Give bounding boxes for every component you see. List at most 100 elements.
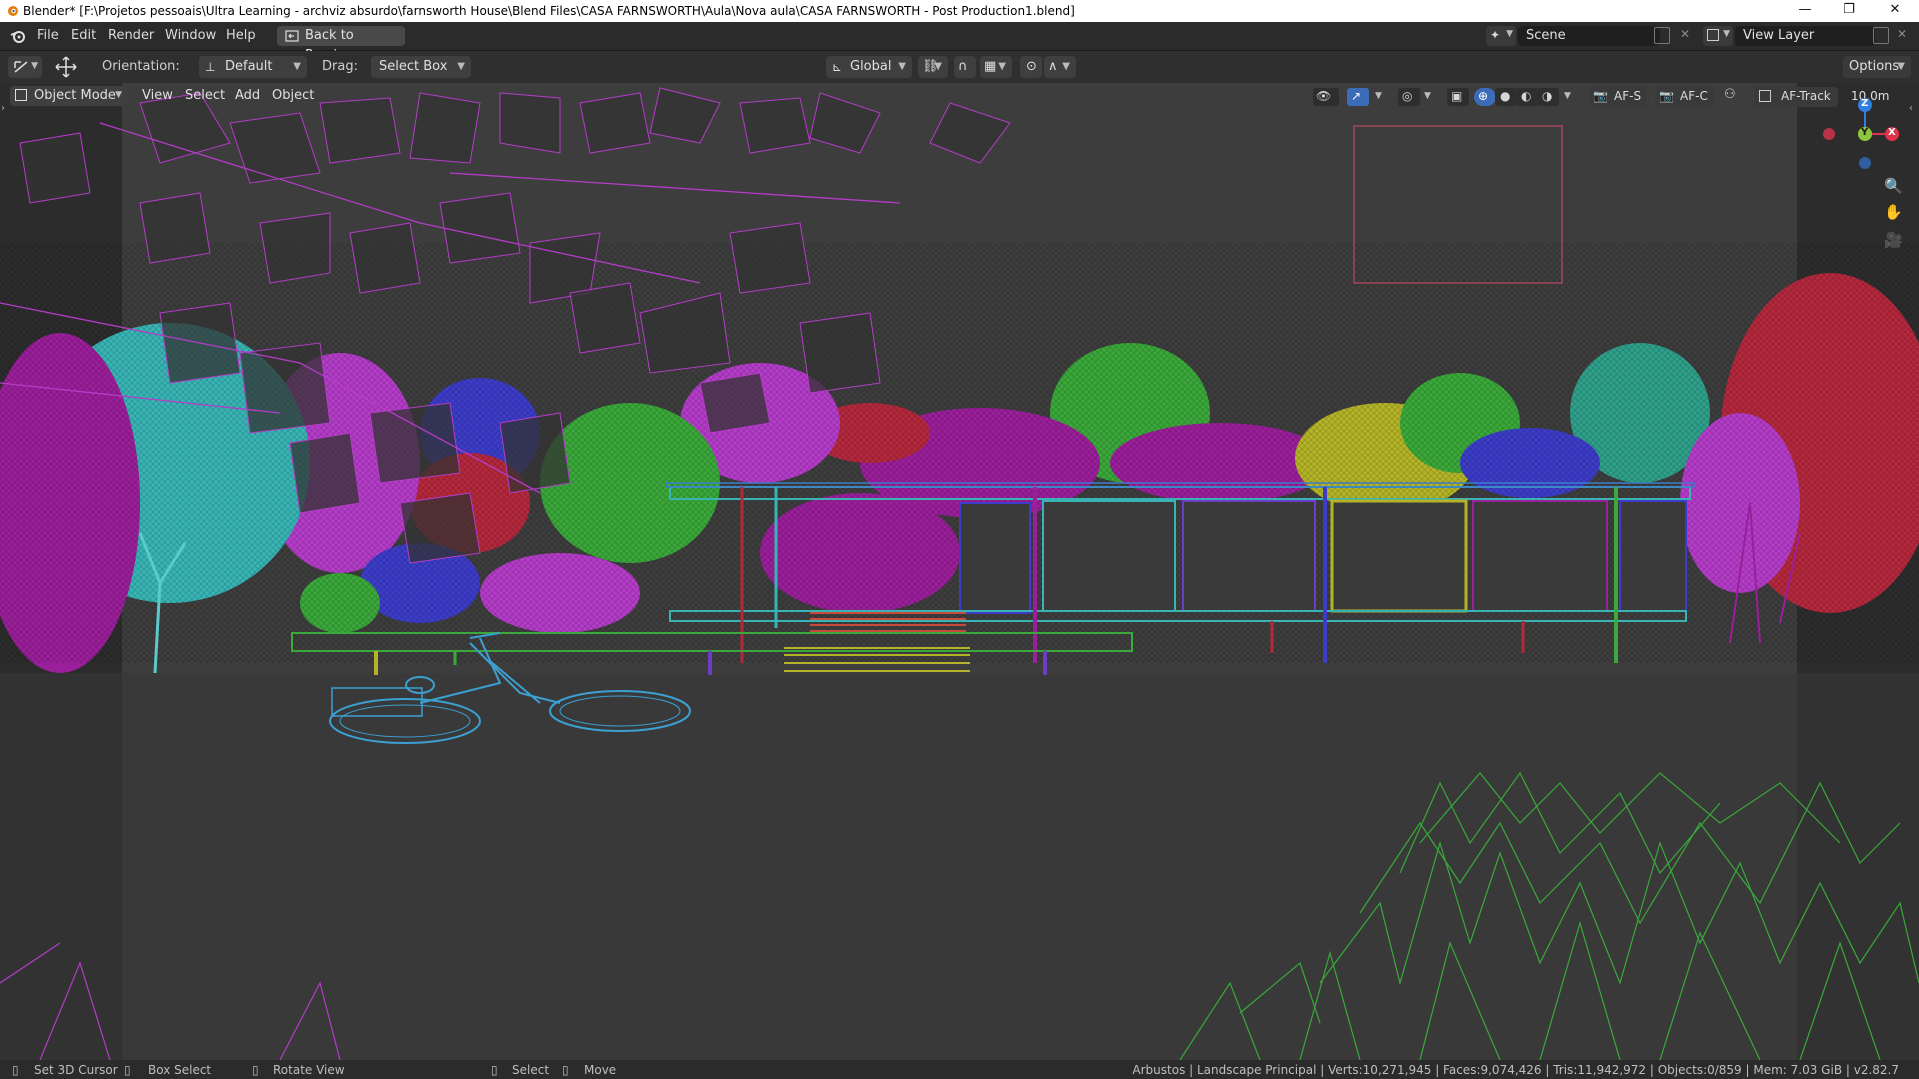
orientation-dropdown[interactable]: ⊥ Default ▼ xyxy=(199,56,307,78)
drag-dropdown[interactable]: Select Box ▼ xyxy=(371,56,471,78)
delete-viewlayer-icon[interactable]: ✕ xyxy=(1897,27,1907,41)
global-axes-icon: ⊾ xyxy=(832,60,843,74)
overlays-toggle[interactable]: ◎ xyxy=(1398,88,1420,106)
menu-help[interactable]: Help xyxy=(226,28,256,43)
track-object-icon xyxy=(1759,90,1771,102)
new-viewlayer-icon[interactable] xyxy=(1873,27,1889,44)
zoom-icon[interactable]: 🔍 xyxy=(1884,177,1903,195)
select-tool-icon xyxy=(14,61,28,73)
new-scene-icon[interactable] xyxy=(1654,27,1670,44)
mouse-left-icon: ▯ xyxy=(12,1063,19,1077)
3d-viewport[interactable]: Object Mode ▼ View Select Add Object 👁 ↗… xyxy=(0,83,1919,1060)
material-sphere-icon: ◐ xyxy=(1521,89,1532,103)
close-window-button[interactable]: ✕ xyxy=(1872,0,1918,22)
material-shading-button[interactable]: ◐ xyxy=(1516,88,1538,106)
window-titlebar: Blender* [F:\Projetos pessoais\Ultra Lea… xyxy=(0,0,1919,22)
navigation-gizmo[interactable]: Z Y X xyxy=(1815,98,1905,188)
viewlayer-name-field[interactable]: View Layer xyxy=(1735,26,1875,46)
rendered-shading-button[interactable]: ◑ xyxy=(1537,88,1559,106)
wireframe-shading-button[interactable]: ⊕ xyxy=(1474,88,1496,106)
top-menubar: File Edit Render Window Help Back to Pre… xyxy=(0,22,1919,63)
menu-window[interactable]: Window xyxy=(165,28,216,43)
rendered-sphere-icon: ◑ xyxy=(1542,89,1553,103)
chevron-down-icon: ▼ xyxy=(1564,91,1571,101)
options-label: Options xyxy=(1849,59,1900,74)
transform-orientation-dropdown[interactable]: ⊾ Global ▼ xyxy=(826,56,912,78)
viewlayer-browse-button[interactable]: ▼ xyxy=(1703,26,1733,46)
camera-icon: 📷 xyxy=(1659,89,1674,103)
viewport-scene xyxy=(0,83,1919,1060)
overlays-icon: ◎ xyxy=(1402,89,1413,103)
snap-element-dropdown[interactable]: ▦ ▼ xyxy=(980,56,1012,78)
snap-toggle[interactable]: ∩ xyxy=(954,56,976,78)
scene-browse-button[interactable]: ✦ ▼ xyxy=(1486,26,1516,46)
mouse-left-icon: ▯ xyxy=(491,1063,498,1077)
back-to-previous-button[interactable]: Back to Previous xyxy=(277,26,405,63)
chevron-down-icon: ▼ xyxy=(115,90,122,100)
minimize-button[interactable]: — xyxy=(1782,0,1828,22)
xray-icon: ▣ xyxy=(1451,89,1463,103)
chevron-down-icon: ▼ xyxy=(1424,91,1431,101)
gizmo-arrow-icon: ↗ xyxy=(1351,89,1362,103)
axis-orientation-icon: ⊥ xyxy=(205,60,216,74)
xray-toggle[interactable]: ▣ xyxy=(1447,88,1469,106)
chevron-down-icon: ▼ xyxy=(1506,29,1513,39)
chevron-down-icon: ▼ xyxy=(31,61,38,71)
chevron-down-icon: ▼ xyxy=(293,61,301,72)
visibility-dropdown[interactable]: 👁 xyxy=(1313,88,1339,106)
editor-type-button[interactable]: ▼ xyxy=(8,56,42,78)
options-dropdown[interactable]: Options ▼ xyxy=(1843,56,1911,78)
snap-grid-icon: ▦ xyxy=(984,59,997,74)
viewport-menu-view[interactable]: View xyxy=(142,88,173,103)
viewport-menu-select[interactable]: Select xyxy=(185,88,225,103)
drag-label: Drag: xyxy=(322,59,358,74)
gizmo-toggle[interactable]: ↗ xyxy=(1347,88,1369,106)
mode-value: Object Mode xyxy=(34,88,116,103)
mouse-drag-icon: ▯ xyxy=(124,1063,131,1077)
chevron-down-icon: ▼ xyxy=(898,61,906,72)
chevron-down-icon: ▼ xyxy=(1062,61,1070,72)
menu-file[interactable]: File xyxy=(37,28,59,43)
pan-hand-icon[interactable]: ✋ xyxy=(1884,203,1903,221)
pivot-point-dropdown[interactable]: ⛓ ▼ xyxy=(918,56,948,78)
blender-logo-icon xyxy=(8,6,18,16)
chevron-down-icon: ▼ xyxy=(1897,61,1905,72)
scene-icon: ✦ xyxy=(1490,28,1501,42)
af-s-button[interactable]: 📷 AF-S xyxy=(1589,87,1646,107)
mouse-right-icon: ▯ xyxy=(562,1063,569,1077)
status-rotate-view: Rotate View xyxy=(273,1063,345,1077)
mouse-middle-icon: ▯ xyxy=(252,1063,259,1077)
move-tool-icon[interactable] xyxy=(55,56,77,78)
gizmo-x-label: X xyxy=(1888,127,1896,138)
mode-dropdown[interactable]: Object Mode ▼ xyxy=(10,86,127,106)
wireframe-sphere-icon: ⊕ xyxy=(1478,89,1489,103)
toolbar-toggle-icon[interactable]: › xyxy=(1,103,5,114)
tool-settings-bar: ▼ Orientation: ⊥ Default ▼ Drag: Select … xyxy=(0,51,1919,83)
node-link-icon[interactable]: ⚇ xyxy=(1724,87,1736,102)
falloff-curve-icon: ∧ xyxy=(1048,59,1058,74)
sidebar-toggle-icon[interactable]: ‹ xyxy=(1909,103,1913,114)
maximize-button[interactable]: ❐ xyxy=(1826,0,1872,22)
viewport-menu-object[interactable]: Object xyxy=(272,88,314,103)
proportional-edit-icon: ⊙ xyxy=(1026,59,1037,74)
delete-scene-icon[interactable]: ✕ xyxy=(1680,27,1690,41)
menu-edit[interactable]: Edit xyxy=(71,28,96,43)
eye-icon: 👁 xyxy=(1316,89,1332,103)
back-arrow-icon xyxy=(285,30,299,42)
chevron-down-icon: ▼ xyxy=(934,61,942,72)
af-c-button[interactable]: 📷 AF-C xyxy=(1655,87,1714,107)
scene-name-field[interactable]: Scene xyxy=(1518,26,1660,46)
falloff-dropdown[interactable]: ∧ ▼ xyxy=(1044,56,1076,78)
viewport-menu-add[interactable]: Add xyxy=(235,88,260,103)
viewport-header: Object Mode ▼ View Select Add Object 👁 ↗… xyxy=(0,83,1919,109)
transform-orientation-value: Global xyxy=(850,59,892,74)
gizmo-z-label: Z xyxy=(1861,98,1869,109)
chevron-down-icon: ▼ xyxy=(1723,29,1730,39)
solid-shading-button[interactable]: ● xyxy=(1495,88,1517,106)
camera-view-icon[interactable]: 🎥 xyxy=(1884,231,1903,249)
menu-render[interactable]: Render xyxy=(108,28,154,43)
proportional-edit-toggle[interactable]: ⊙ xyxy=(1020,56,1042,78)
blender-menu-icon[interactable] xyxy=(10,29,26,43)
status-move: Move xyxy=(584,1063,617,1077)
gizmo-axes xyxy=(1823,98,1899,169)
